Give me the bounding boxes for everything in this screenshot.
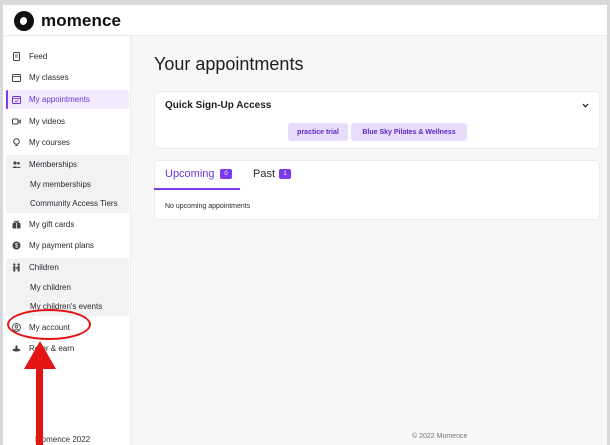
sidebar-item-label: Memberships xyxy=(29,160,78,169)
calendar-icon xyxy=(12,73,21,82)
chevron-down-icon[interactable] xyxy=(582,102,589,109)
sidebar-subitem-my-children[interactable]: My children xyxy=(30,283,71,292)
brand-name[interactable]: momence xyxy=(41,11,121,31)
app-window: momence Feed My classes My appointments xyxy=(3,5,607,445)
sidebar-item-my-gift-cards[interactable]: My gift cards xyxy=(6,215,129,234)
sidebar-footer: Momence 2022 xyxy=(35,435,91,444)
sidebar-item-memberships[interactable]: Memberships xyxy=(6,155,129,174)
document-icon xyxy=(12,52,21,61)
sidebar-subitem-community-access-tiers[interactable]: Community Access Tiers xyxy=(30,199,118,208)
sidebar-item-feed[interactable]: Feed xyxy=(6,47,129,66)
calendar-check-icon xyxy=(12,95,21,104)
past-count-badge: 1 xyxy=(279,169,291,179)
sidebar-item-my-appointments[interactable]: My appointments xyxy=(6,90,129,109)
sidebar-item-children[interactable]: Children xyxy=(6,258,129,277)
quick-signup-tag-practice-trial[interactable]: practice trial xyxy=(288,123,348,141)
sidebar-item-my-courses[interactable]: My courses xyxy=(6,133,129,152)
sidebar-subitem-my-memberships[interactable]: My memberships xyxy=(30,180,91,189)
quick-signup-tag-blue-sky-pilates[interactable]: Blue Sky Pilates & Wellness xyxy=(351,123,467,141)
share-icon xyxy=(12,344,21,353)
sidebar-item-label: My appointments xyxy=(29,95,90,104)
sidebar-item-my-videos[interactable]: My videos xyxy=(6,112,129,131)
sidebar: Feed My classes My appointments My video… xyxy=(3,37,131,445)
page-title: Your appointments xyxy=(154,54,304,74)
sidebar-item-label: My gift cards xyxy=(29,220,75,229)
family-icon xyxy=(12,263,21,272)
gift-icon xyxy=(12,220,21,229)
annotation-circle xyxy=(7,309,91,340)
users-icon xyxy=(12,160,21,169)
sidebar-item-my-classes[interactable]: My classes xyxy=(6,68,129,87)
tab-upcoming[interactable]: Upcoming xyxy=(165,168,215,180)
sidebar-item-label: Feed xyxy=(29,52,48,61)
sidebar-item-my-payment-plans[interactable]: $ My payment plans xyxy=(6,236,129,255)
video-icon xyxy=(12,117,21,126)
tab-past[interactable]: Past xyxy=(253,168,275,180)
sidebar-item-label: My courses xyxy=(29,138,70,147)
page-footer: © 2022 Momence xyxy=(412,433,468,440)
top-bar: momence xyxy=(3,5,607,36)
annotation-arrow-shaft xyxy=(36,368,43,445)
empty-appointments-message: No upcoming appointments xyxy=(165,203,251,210)
upcoming-count-badge: 0 xyxy=(220,169,232,179)
annotation-arrow-head xyxy=(24,341,56,369)
sidebar-item-label: My videos xyxy=(29,117,66,126)
quick-signup-title[interactable]: Quick Sign-Up Access xyxy=(165,100,271,111)
sidebar-item-label: My payment plans xyxy=(29,241,94,250)
lightbulb-icon xyxy=(12,138,21,147)
sidebar-item-label: My classes xyxy=(29,73,69,82)
momence-logo-icon[interactable] xyxy=(14,11,34,31)
dollar-icon: $ xyxy=(12,241,21,250)
sidebar-item-label: Children xyxy=(29,263,59,272)
active-tab-indicator xyxy=(154,188,240,190)
